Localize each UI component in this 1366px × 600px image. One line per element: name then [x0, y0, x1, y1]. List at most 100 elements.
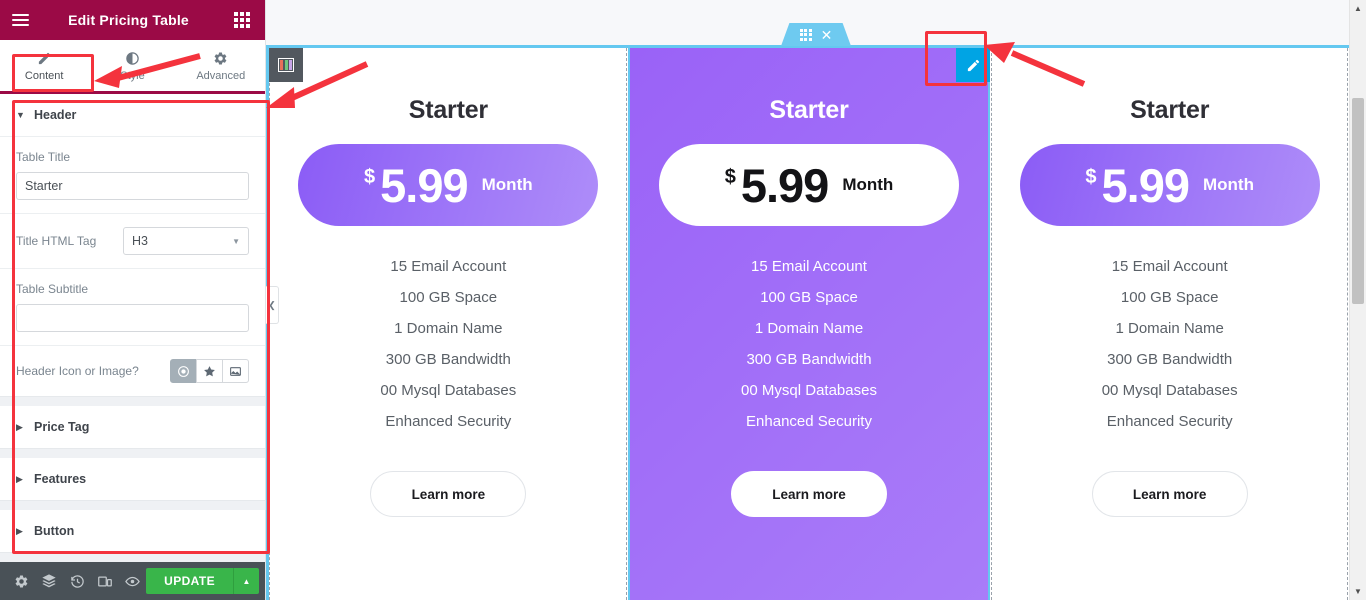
pricing-column-3[interactable]: Starter $ 5.99 Month 15 Email Account 10…: [990, 48, 1349, 600]
table-title-label: Table Title: [16, 150, 71, 164]
control-header-icon-choice: Header Icon or Image?: [0, 346, 265, 396]
caret-right-icon: ▶: [16, 525, 23, 536]
close-x-icon[interactable]: ✕: [821, 28, 833, 42]
tab-advanced[interactable]: Advanced: [177, 40, 265, 91]
circle-none-icon[interactable]: [170, 359, 197, 383]
elementor-editor-screen: Edit Pricing Table Content Style Advance…: [0, 0, 1366, 600]
list-item: Enhanced Security: [746, 413, 872, 430]
pricing-title: Starter: [408, 96, 488, 124]
tab-style[interactable]: Style: [88, 40, 176, 91]
price-amount: 5.99: [380, 158, 468, 212]
list-item: 15 Email Account: [1111, 258, 1228, 275]
update-button[interactable]: UPDATE: [146, 568, 233, 594]
list-item: 00 Mysql Databases: [741, 382, 877, 399]
panel-collapse-toggle[interactable]: ❮: [266, 286, 279, 324]
price-tag: $ 5.99 Month: [659, 144, 959, 226]
tab-style-label: Style: [120, 69, 145, 82]
editor-canvas: ✕ Starter $ 5.99 Month 15 Email Account …: [266, 0, 1366, 600]
column-guide: [1347, 48, 1348, 600]
control-table-title: Table Title: [0, 137, 265, 214]
currency-symbol: $: [1085, 165, 1097, 188]
table-title-input[interactable]: [16, 172, 249, 200]
learn-more-button[interactable]: Learn more: [731, 471, 887, 517]
tab-content[interactable]: Content: [0, 40, 88, 91]
feature-list: 15 Email Account 100 GB Space 1 Domain N…: [269, 258, 628, 430]
pricing-column-2[interactable]: Starter $ 5.99 Month 15 Email Account 10…: [627, 48, 991, 600]
feature-list: 15 Email Account 100 GB Space 1 Domain N…: [630, 258, 989, 430]
section-features-label: Features: [34, 472, 87, 486]
header-icon-label: Header Icon or Image?: [16, 364, 139, 378]
edit-pencil-icon[interactable]: [956, 48, 991, 82]
price-period: Month: [842, 175, 894, 194]
column-guide: [991, 48, 992, 600]
section-divider: [0, 397, 265, 406]
hamburger-icon[interactable]: [0, 0, 40, 40]
price-amount: 5.99: [740, 158, 829, 212]
table-subtitle-input[interactable]: [16, 304, 249, 332]
caret-right-icon: ▶: [16, 421, 23, 432]
panel-controls-body: ▼ Header Table Title Title HTML Tag H3 ▼…: [0, 94, 265, 562]
learn-more-button[interactable]: Learn more: [1091, 471, 1248, 517]
section-button: ▶ Button: [0, 510, 265, 553]
gear-icon: [213, 50, 228, 67]
pencil-icon: [37, 50, 52, 67]
image-icon[interactable]: [222, 359, 249, 383]
title-tag-select[interactable]: H3 ▼: [123, 227, 249, 255]
section-button-toggle[interactable]: ▶ Button: [0, 510, 265, 552]
canvas-top-strip: ✕: [266, 0, 1366, 46]
tab-content-label: Content: [24, 69, 64, 82]
preview-eye-icon[interactable]: [119, 562, 147, 600]
drag-dots-icon[interactable]: [799, 28, 812, 41]
section-divider: [0, 449, 265, 458]
list-item: 00 Mysql Databases: [1101, 382, 1238, 399]
chevron-up-icon[interactable]: ▲: [233, 568, 259, 594]
update-button-group: UPDATE ▲: [146, 568, 259, 594]
list-item: 00 Mysql Databases: [380, 382, 517, 399]
list-item: 300 GB Bandwidth: [746, 351, 872, 368]
column-guide: [626, 48, 627, 600]
list-item: 1 Domain Name: [1115, 320, 1224, 337]
layers-navigator-icon[interactable]: [36, 562, 64, 600]
scrollbar-thumb[interactable]: [1352, 98, 1364, 304]
list-item: 100 GB Space: [760, 289, 858, 306]
pricing-column-1[interactable]: Starter $ 5.99 Month 15 Email Account 10…: [269, 48, 628, 600]
title-tag-value: H3: [132, 234, 148, 248]
star-icon[interactable]: [196, 359, 223, 383]
price-period: Month: [1202, 175, 1254, 194]
column-guide: [269, 48, 270, 600]
column-layout-icon[interactable]: [269, 48, 303, 82]
section-handle[interactable]: ✕: [781, 23, 851, 46]
history-revisions-icon[interactable]: [63, 562, 91, 600]
list-item: 300 GB Bandwidth: [1107, 351, 1233, 368]
scroll-up-arrow[interactable]: ▲: [1350, 0, 1366, 17]
currency-symbol: $: [724, 165, 736, 188]
pricing-title: Starter: [1130, 96, 1210, 124]
panel-footer-toolbar: UPDATE ▲: [0, 562, 265, 600]
list-item: 1 Domain Name: [394, 320, 503, 337]
price-tag: $ 5.99 Month: [298, 144, 599, 226]
list-item: 100 GB Space: [399, 289, 498, 306]
tab-advanced-label: Advanced: [196, 69, 246, 82]
canvas-scrollbar[interactable]: ▲ ▼: [1349, 0, 1366, 600]
scroll-down-arrow[interactable]: ▼: [1350, 583, 1366, 600]
learn-more-button[interactable]: Learn more: [370, 471, 527, 517]
list-item: 15 Email Account: [390, 258, 507, 275]
settings-gear-icon[interactable]: [8, 562, 36, 600]
caret-down-icon: ▼: [16, 110, 25, 120]
section-header-label: Header: [34, 108, 77, 122]
price-period: Month: [481, 175, 533, 194]
title-tag-label: Title HTML Tag: [16, 234, 97, 248]
list-item: 1 Domain Name: [754, 320, 864, 337]
control-title-html-tag: Title HTML Tag H3 ▼: [0, 214, 265, 269]
editor-panel: Edit Pricing Table Content Style Advance…: [0, 0, 266, 600]
caret-right-icon: ▶: [16, 473, 23, 484]
feature-list: 15 Email Account 100 GB Space 1 Domain N…: [990, 258, 1349, 430]
section-price-tag-toggle[interactable]: ▶ Price Tag: [0, 406, 265, 448]
section-header-toggle[interactable]: ▼ Header: [0, 94, 265, 137]
section-features-toggle[interactable]: ▶ Features: [0, 458, 265, 500]
section-price-tag: ▶ Price Tag: [0, 406, 265, 449]
column-bars-glyph: [278, 58, 294, 72]
responsive-mode-icon[interactable]: [91, 562, 119, 600]
apps-grid-icon[interactable]: [223, 0, 261, 40]
pricing-columns: Starter $ 5.99 Month 15 Email Account 10…: [269, 48, 1349, 600]
